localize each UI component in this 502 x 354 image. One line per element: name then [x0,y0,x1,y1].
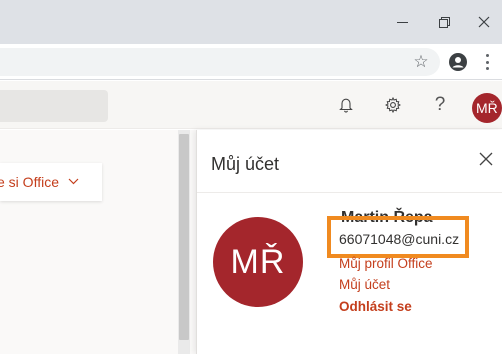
close-panel-button[interactable] [479,152,497,170]
account-circle-icon [449,53,467,71]
office-header: ? MŘ [0,81,502,129]
minimize-icon [396,21,408,23]
browser-menu-icon[interactable] [484,54,490,70]
restore-icon [438,16,450,28]
divider [197,192,502,193]
header-avatar[interactable]: MŘ [472,93,502,123]
minimize-button[interactable] [390,10,414,34]
profile-avatar[interactable]: MŘ [213,217,303,307]
my-account-link[interactable]: Můj účet [339,277,390,292]
bell-icon [339,98,353,113]
avatar-initials: MŘ [476,100,498,116]
my-office-profile-link[interactable]: Můj profil Office [339,256,433,271]
sign-out-link[interactable]: Odhlásit se [339,299,412,314]
close-window-button[interactable] [472,10,496,34]
panel-title: Můj účet [211,154,280,174]
account-panel: Můj účet MŘ Martin Řepa 66071048@cuni.cz… [196,130,502,354]
close-icon [479,152,493,166]
scrollbar[interactable] [178,130,190,354]
question-mark-icon: ? [434,94,446,115]
gear-icon [385,97,401,113]
profile-icon[interactable] [449,53,467,71]
search-input[interactable] [0,90,108,122]
avatar-initials: MŘ [230,242,286,281]
chevron-down-icon [68,176,79,188]
address-bar[interactable] [0,48,440,76]
restore-button[interactable] [432,10,456,34]
scrollbar-thumb[interactable] [179,134,189,340]
page-content: e si Office [0,130,196,354]
email-highlight-box [327,216,469,258]
browser-toolbar: ☆ [0,44,502,80]
help-button[interactable]: ? [430,94,450,115]
install-office-label: e si Office [0,174,59,190]
close-icon [478,16,490,28]
install-office-dropdown[interactable]: e si Office [0,163,102,201]
settings-button[interactable] [383,95,403,115]
bookmark-star-icon[interactable]: ☆ [412,53,430,71]
browser-title-bar [0,0,502,44]
notifications-button[interactable] [336,95,356,115]
